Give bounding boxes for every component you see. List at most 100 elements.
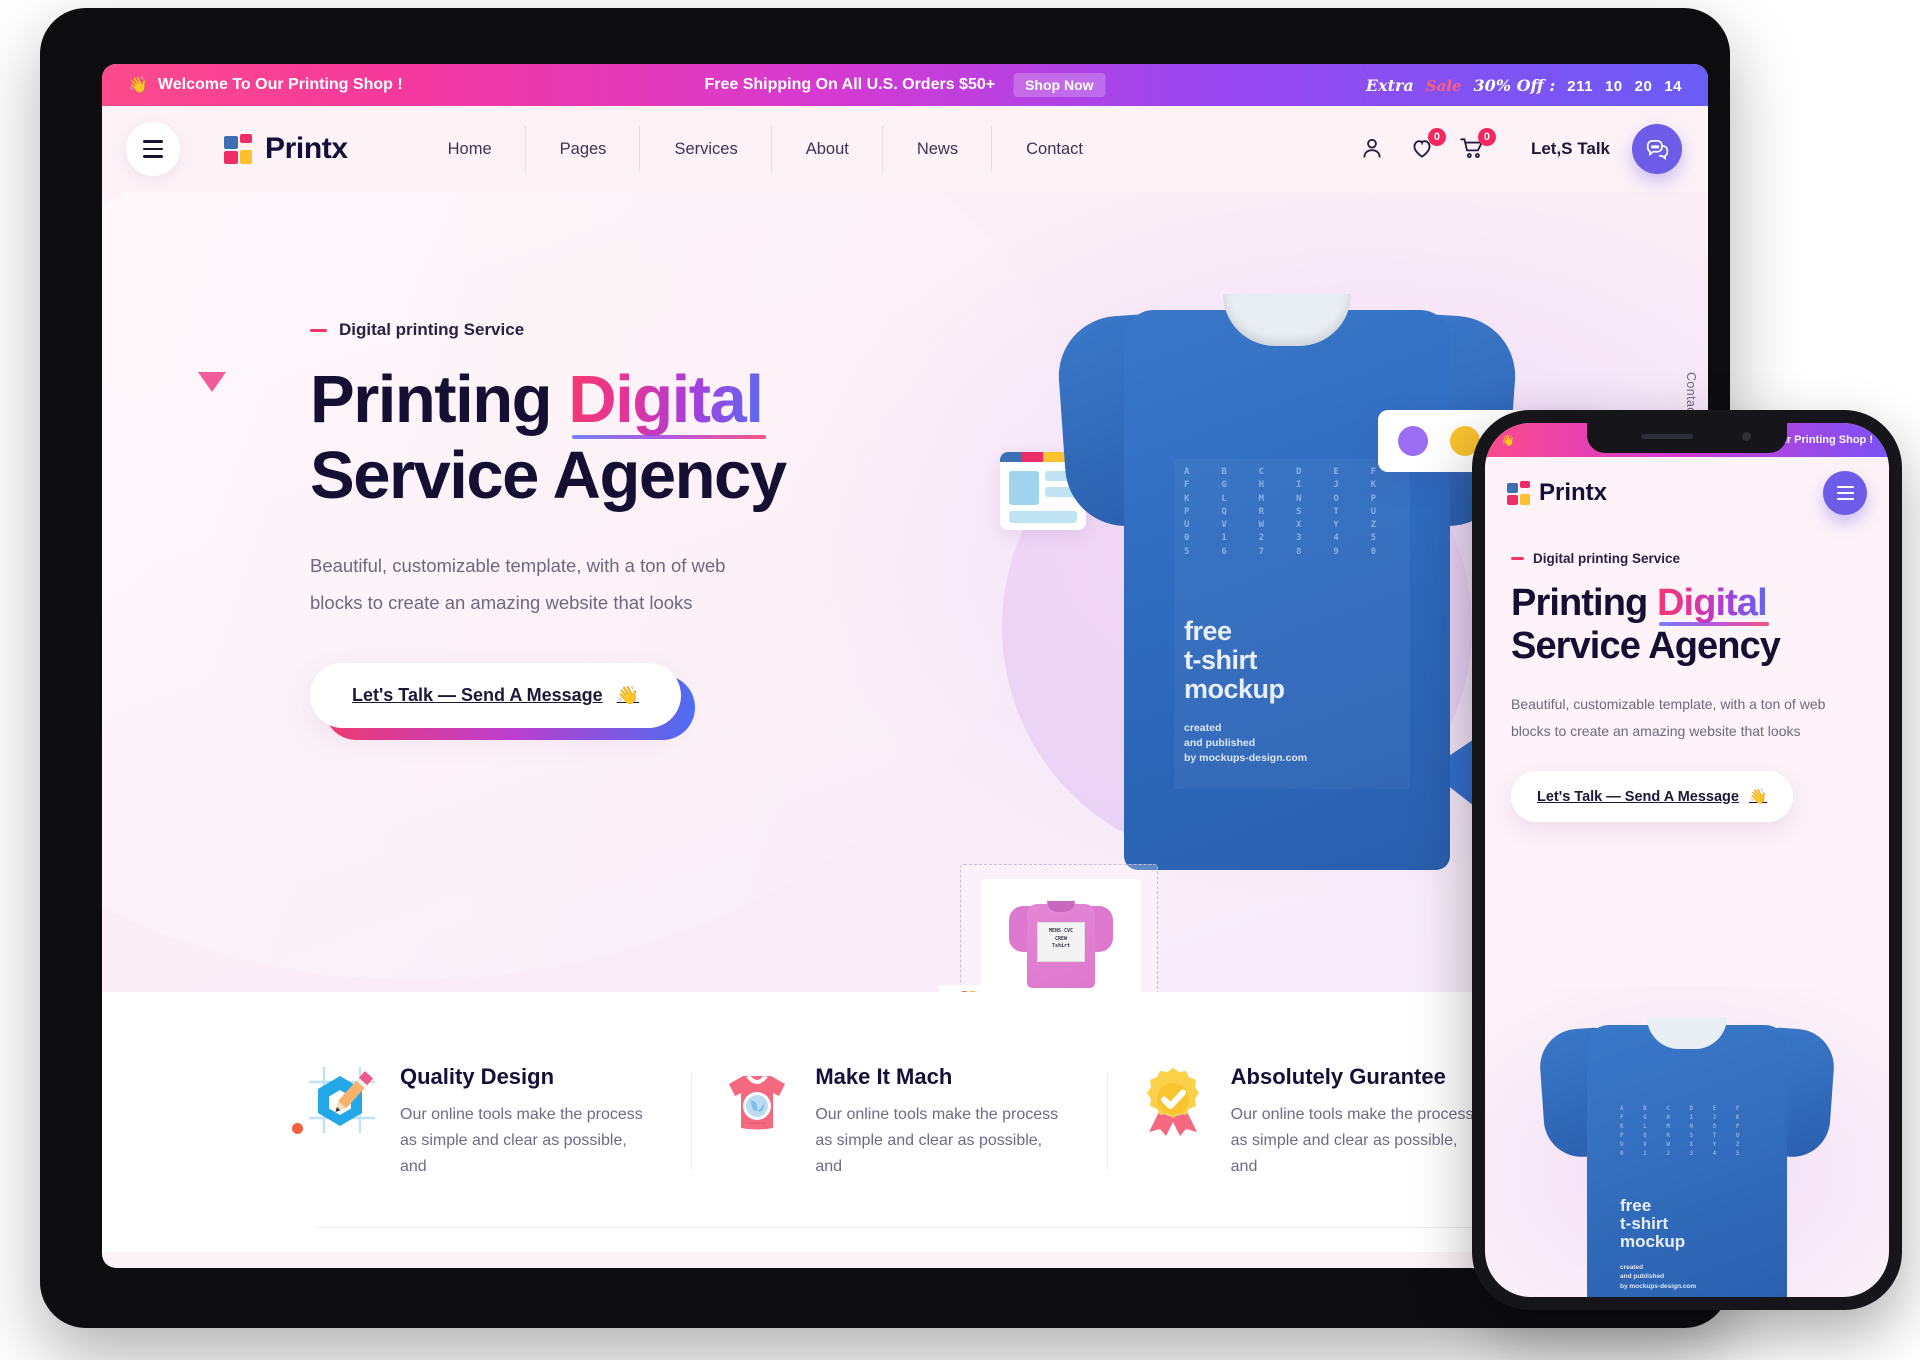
phone-logo[interactable]: Printx (1507, 479, 1607, 507)
grid-cell: K (1370, 480, 1377, 491)
grid-cell: H (1258, 480, 1265, 491)
grid-cell: 8 (1296, 546, 1302, 557)
product-image: MENS CVC CREW Tshirt (981, 879, 1141, 992)
nav-item-contact[interactable]: Contact (992, 106, 1117, 192)
chat-bubbles-icon[interactable] (1632, 124, 1682, 174)
feature-title: Make It Mach (815, 1064, 953, 1090)
announcement-countdown-group: Extra Sale 30% Off : 211 10 20 14 (1366, 76, 1682, 95)
nav-item-about[interactable]: About (772, 106, 883, 192)
announcement-bar: 👋 Welcome To Our Printing Shop ! Free Sh… (102, 64, 1708, 106)
grid-cell: 4 (1333, 533, 1340, 544)
grid-cell: J (1333, 480, 1340, 491)
label-line-2: CREW (1054, 935, 1068, 942)
phone-tshirt-subtext: created and published by mockups-design.… (1620, 1264, 1697, 1290)
grid-cell: 0 (1184, 533, 1190, 544)
payment-chip-icon (939, 985, 997, 992)
grid-cell: O (1333, 493, 1340, 504)
grid-cell: T (1333, 506, 1340, 517)
hamburger-menu-icon[interactable] (1823, 471, 1867, 515)
nav-item-services[interactable]: Services (640, 106, 773, 192)
countdown-seconds: 14 (1664, 77, 1682, 95)
shop-now-button[interactable]: Shop Now (1013, 73, 1106, 97)
grid-cell: F (1184, 480, 1190, 491)
hero-title-line2: Service Agency (310, 437, 787, 513)
grid-cell: A (1184, 467, 1190, 477)
lets-talk-button[interactable]: Let's Talk — Send A Message 👋 (310, 663, 682, 729)
hero-title-plain: Printing (310, 362, 569, 437)
nav-item-home[interactable]: Home (414, 106, 526, 192)
feature-body: Make It Mach Our online tools make the p… (815, 1064, 1070, 1180)
grid-cell: P (1184, 506, 1190, 517)
product-card[interactable]: MENS CVC CREW Tshirt Print T-Shirt 10$ (939, 864, 1158, 992)
feature-item: Make It Mach Our online tools make the p… (691, 1064, 1112, 1180)
hamburger-menu-icon[interactable] (126, 122, 180, 176)
main-navigation: Home Pages Services About News Contact (414, 106, 1117, 192)
grid-cell: 6 (1221, 546, 1228, 557)
countdown-minutes: 20 (1634, 77, 1653, 95)
feature-item: Quality Design Our online tools make the… (282, 1064, 697, 1180)
waving-hand-icon: 👋 (1748, 789, 1768, 806)
feature-title: Quality Design (400, 1064, 555, 1090)
user-account-icon[interactable] (1359, 135, 1387, 163)
countdown-days: 211 (1567, 77, 1593, 95)
shipping-text: Free Shipping On All U.S. Orders $50+ (704, 76, 996, 93)
printx-logo-icon (1507, 481, 1531, 505)
site-logo[interactable]: Printx (224, 132, 348, 166)
header-actions: 0 0 Let,S Talk (1359, 124, 1708, 174)
phone-title-accent: Digital (1657, 582, 1768, 624)
phone-header: Printx (1485, 457, 1889, 529)
features-strip: Quality Design Our online tools make the… (102, 992, 1708, 1252)
tshirt-headline: free t-shirt mockup (1184, 616, 1285, 704)
hero-copy: Digital printing Service Printing Digita… (310, 320, 930, 741)
hero-cta-wrapper: Let's Talk — Send A Message 👋 (310, 663, 696, 741)
phone-cta-label: Let's Talk — Send A Message (1537, 788, 1739, 805)
sale-label: Sale (1425, 76, 1462, 95)
feature-body: Quality Design Our online tools make the… (400, 1064, 655, 1180)
triangle-decoration-icon (198, 372, 226, 392)
grid-cell: X (1296, 520, 1302, 530)
grid-cell: L (1221, 493, 1228, 504)
phone-title-line2: Service Agency (1511, 625, 1781, 668)
grid-cell: 5 (1370, 533, 1377, 544)
waving-hand-icon: 👋 (616, 685, 640, 706)
dash-icon (1511, 557, 1524, 560)
grid-cell: N (1296, 493, 1302, 504)
label-line-1: MENS CVC (1048, 928, 1074, 934)
welcome-text: Welcome To Our Printing Shop ! (157, 76, 403, 93)
announcement-shipping-group: Free Shipping On All U.S. Orders $50+ Sh… (704, 73, 1106, 97)
cta-label: Let's Talk — Send A Message (352, 685, 603, 706)
swatch-purple[interactable] (1398, 426, 1428, 456)
heart-icon[interactable]: 0 (1409, 128, 1446, 163)
cart-count-badge: 0 (1477, 128, 1496, 146)
tshirt-letter-grid: ABCDEF FGHIJK KLMNOP PQRSTU UVWXYZ 01234… (1174, 459, 1410, 557)
grid-cell: 9 (1333, 546, 1340, 557)
divider (314, 1227, 1496, 1228)
feature-body: Absolutely Gurantee Our online tools mak… (1231, 1064, 1486, 1180)
widget-block (1009, 471, 1039, 505)
grid-cell: U (1370, 506, 1377, 517)
screenshot-stage: 👋 Welcome To Our Printing Shop ! Free Sh… (0, 0, 1920, 1360)
tablet-screen: 👋 Welcome To Our Printing Shop ! Free Sh… (102, 64, 1708, 1268)
grid-cell: Q (1221, 506, 1228, 517)
shopping-cart-icon[interactable]: 0 (1459, 128, 1496, 163)
phone-screen: 👋 Welcome To Our Printing Shop ! Printx … (1485, 423, 1889, 1297)
feature-text: Our online tools make the process as sim… (400, 1106, 643, 1175)
tshirt-subtext: created and published by mockups-design.… (1184, 722, 1308, 765)
phone-logo-text: Printx (1539, 479, 1608, 506)
grid-cell: E (1333, 467, 1340, 477)
lets-talk-label[interactable]: Let,S Talk (1531, 139, 1610, 159)
tshirt-print-icon (721, 1064, 793, 1136)
hero-eyebrow: Digital printing Service (310, 320, 930, 340)
grid-cell: W (1258, 520, 1265, 530)
grid-cell: 3 (1296, 533, 1302, 544)
nav-item-pages[interactable]: Pages (526, 106, 641, 192)
phone-lets-talk-button[interactable]: Let's Talk — Send A Message 👋 (1511, 771, 1794, 823)
phone-hero-paragraph: Beautiful, customizable template, with a… (1511, 695, 1826, 739)
phone-tshirt-headline: free t-shirt mockup (1620, 1196, 1686, 1252)
grid-cell: K (1184, 493, 1190, 504)
printx-logo-icon (224, 134, 254, 164)
nav-item-news[interactable]: News (883, 106, 993, 192)
grid-cell: D (1296, 467, 1302, 477)
grid-cell: 2 (1258, 533, 1265, 544)
label-line-3: Tshirt (1051, 943, 1071, 949)
